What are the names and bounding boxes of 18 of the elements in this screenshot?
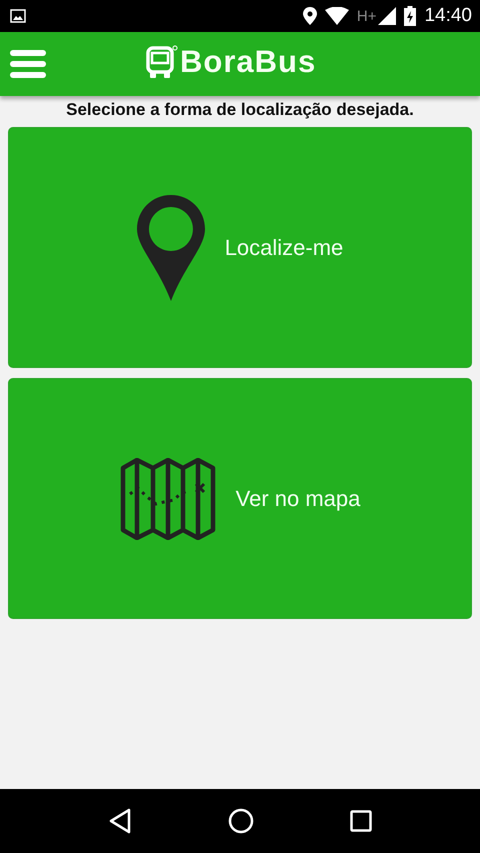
clock: 14:40 xyxy=(424,5,472,27)
bus-icon xyxy=(146,45,178,79)
home-icon[interactable] xyxy=(228,808,254,834)
image-icon xyxy=(10,9,26,23)
folded-map-icon xyxy=(120,458,216,540)
back-icon[interactable] xyxy=(108,808,132,834)
instruction-text: Selecione a forma de localização desejada. xyxy=(65,100,415,120)
location-icon xyxy=(302,7,317,25)
signal-icon xyxy=(378,7,396,25)
app-title: BoraBus xyxy=(180,44,316,80)
locate-option-button[interactable]: Localize-me xyxy=(8,127,472,368)
battery-icon xyxy=(404,6,416,26)
menu-icon[interactable] xyxy=(10,48,46,80)
map-option-button[interactable]: Ver no mapa xyxy=(8,378,472,619)
recents-icon[interactable] xyxy=(350,810,372,832)
wifi-icon xyxy=(324,7,349,25)
network-type: H+ xyxy=(356,8,376,25)
map-pin-icon xyxy=(136,194,205,300)
